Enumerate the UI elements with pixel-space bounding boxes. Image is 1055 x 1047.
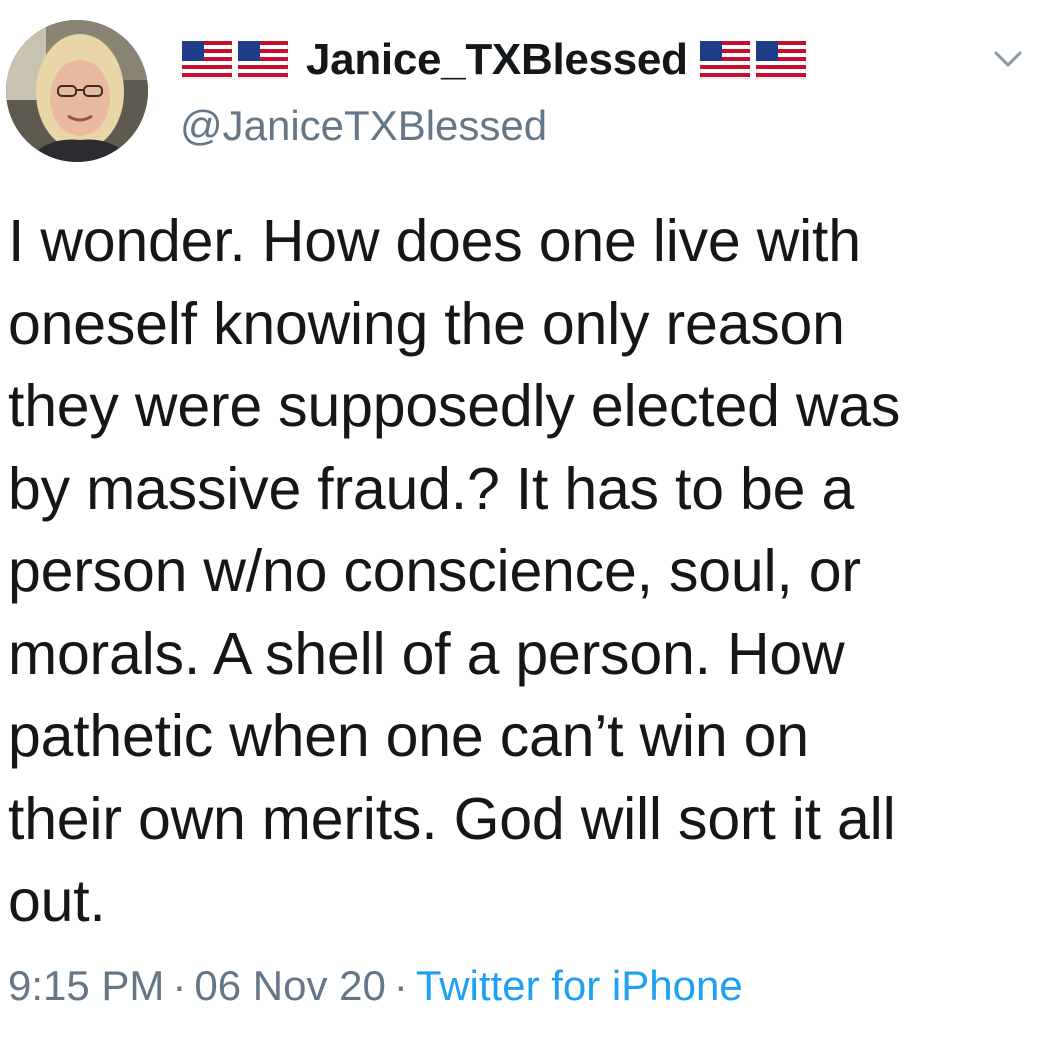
tweet-meta: 9:15 PM · 06 Nov 20 · Twitter for iPhone [8,962,743,1010]
author-name-row[interactable]: Janice_TXBlessed [182,34,812,86]
display-name[interactable]: Janice_TXBlessed [306,35,688,85]
tweet-text: I wonder. How does one live with oneself… [8,208,901,934]
tweet-time[interactable]: 9:15 PM [8,962,164,1009]
tweet-card: Janice_TXBlessed @JaniceTXBlessed I wond… [0,0,1055,1047]
us-flag-icon [755,41,806,79]
author-handle[interactable]: @JaniceTXBlessed [180,102,547,150]
us-flag-icon [182,41,232,79]
meta-separator: · [393,962,408,1009]
tweet-date[interactable]: 06 Nov 20 [194,962,385,1009]
tweet-source-link[interactable]: Twitter for iPhone [416,962,743,1009]
name-emoji-right [699,41,812,79]
avatar[interactable] [6,20,148,162]
name-emoji-left [182,41,294,79]
meta-separator: · [172,962,187,1009]
chevron-down-icon[interactable] [988,44,1028,74]
us-flag-icon [699,41,750,79]
us-flag-icon [238,41,288,79]
